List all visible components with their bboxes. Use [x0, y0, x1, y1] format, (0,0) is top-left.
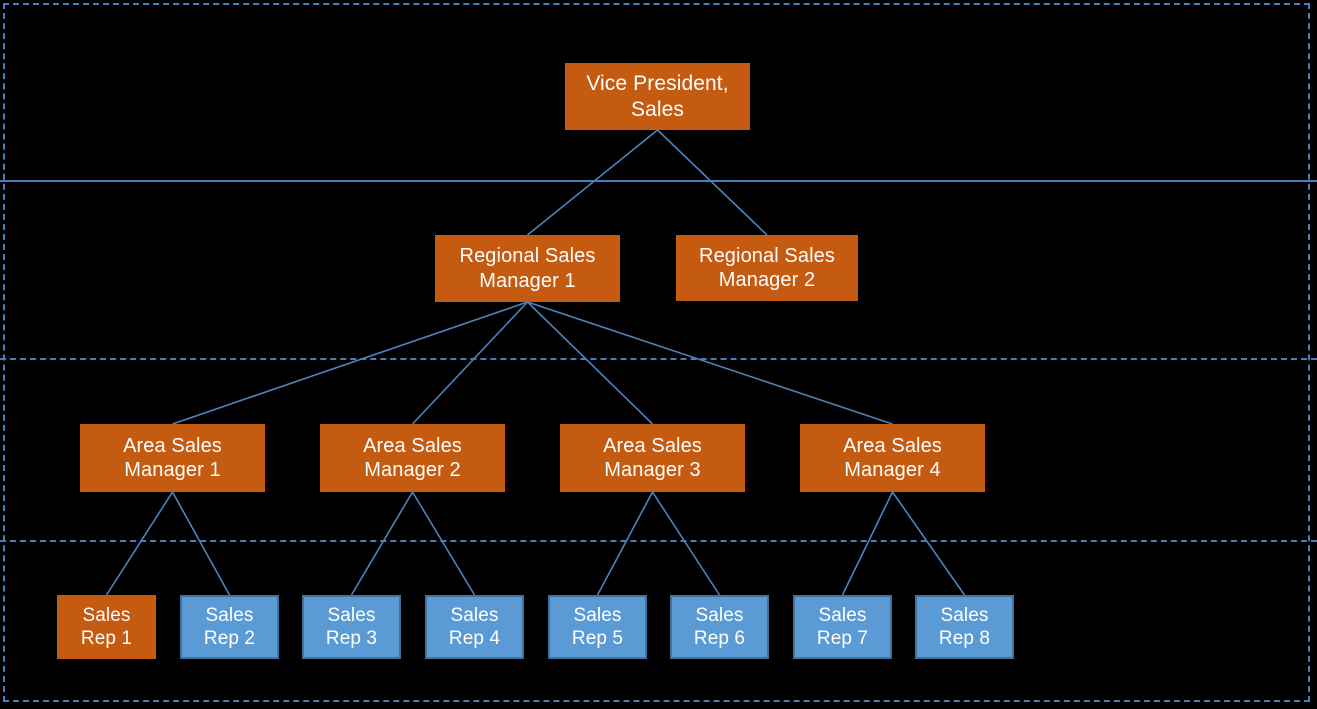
- connector-area-manager-1-to-sales-rep-2: [171, 491, 231, 596]
- connector-area-manager-3-to-sales-rep-6: [651, 491, 721, 596]
- connector-vp-sales-to-regional-manager-2: [656, 129, 768, 236]
- node-sales-rep-8[interactable]: Sales Rep 8: [915, 595, 1014, 659]
- connector-area-manager-3-to-sales-rep-5: [596, 491, 654, 596]
- node-area-manager-4[interactable]: Area Sales Manager 4: [800, 424, 985, 492]
- connector-regional-manager-1-to-area-manager-3: [526, 301, 654, 425]
- node-sales-rep-7[interactable]: Sales Rep 7: [793, 595, 892, 659]
- connector-regional-manager-1-to-area-manager-2: [411, 301, 529, 425]
- node-area-manager-3[interactable]: Area Sales Manager 3: [560, 424, 745, 492]
- guide-line-2: [0, 358, 1317, 360]
- node-area-manager-2[interactable]: Area Sales Manager 2: [320, 424, 505, 492]
- connector-regional-manager-1-to-area-manager-1: [172, 301, 528, 425]
- node-sales-rep-4[interactable]: Sales Rep 4: [425, 595, 524, 659]
- connector-area-manager-4-to-sales-rep-7: [841, 491, 894, 596]
- connector-area-manager-2-to-sales-rep-3: [350, 491, 414, 596]
- node-regional-manager-2[interactable]: Regional Sales Manager 2: [676, 235, 858, 301]
- org-chart-canvas: Vice President, Sales Regional Sales Mana…: [0, 0, 1317, 709]
- connector-area-manager-2-to-sales-rep-4: [411, 491, 476, 596]
- guide-line-1: [0, 180, 1317, 182]
- connector-vp-sales-to-regional-manager-1: [526, 129, 659, 236]
- connector-area-manager-1-to-sales-rep-1: [105, 491, 174, 596]
- node-sales-rep-5[interactable]: Sales Rep 5: [548, 595, 647, 659]
- guide-line-3: [0, 540, 1317, 542]
- node-regional-manager-1[interactable]: Regional Sales Manager 1: [435, 235, 620, 302]
- node-sales-rep-2[interactable]: Sales Rep 2: [180, 595, 279, 659]
- connector-regional-manager-1-to-area-manager-4: [527, 301, 893, 425]
- node-sales-rep-1[interactable]: Sales Rep 1: [57, 595, 156, 659]
- node-sales-rep-6[interactable]: Sales Rep 6: [670, 595, 769, 659]
- connector-area-manager-4-to-sales-rep-8: [891, 491, 966, 596]
- node-sales-rep-3[interactable]: Sales Rep 3: [302, 595, 401, 659]
- node-vp-sales[interactable]: Vice President, Sales: [565, 63, 750, 130]
- node-area-manager-1[interactable]: Area Sales Manager 1: [80, 424, 265, 492]
